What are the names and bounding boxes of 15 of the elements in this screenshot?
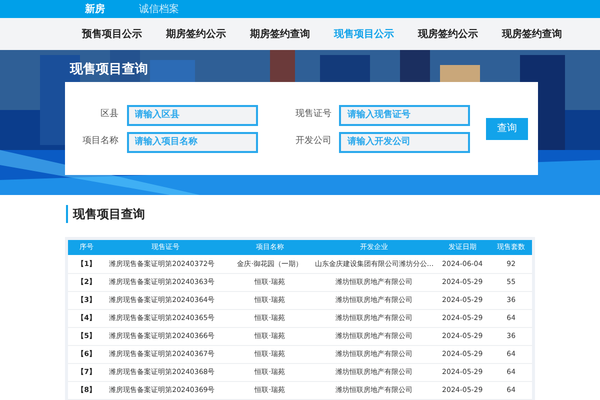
banner-title: 现售项目查询: [68, 61, 149, 79]
nav-tab[interactable]: 现房签约查询: [502, 26, 562, 42]
section-title: 现售项目查询: [66, 205, 600, 223]
input-field[interactable]: 请输入开发公司: [339, 132, 470, 152]
nav-tab[interactable]: 期房签约公示: [166, 26, 226, 42]
nav-tab[interactable]: 期房签约查询: [250, 26, 310, 42]
nav-tab[interactable]: 现房签约公示: [418, 26, 478, 42]
input-field[interactable]: 请输入项目名称: [126, 132, 258, 152]
field-label: 项目名称: [82, 135, 119, 148]
field-label: 区县: [100, 108, 119, 122]
input-field[interactable]: 请输入现售证号: [339, 104, 470, 126]
field-label: 开发公司: [294, 135, 332, 148]
field-label: 现售证号: [294, 108, 332, 122]
nav-tab[interactable]: 预售项目公示: [82, 26, 142, 42]
input-field[interactable]: 请输入区县: [126, 104, 258, 126]
